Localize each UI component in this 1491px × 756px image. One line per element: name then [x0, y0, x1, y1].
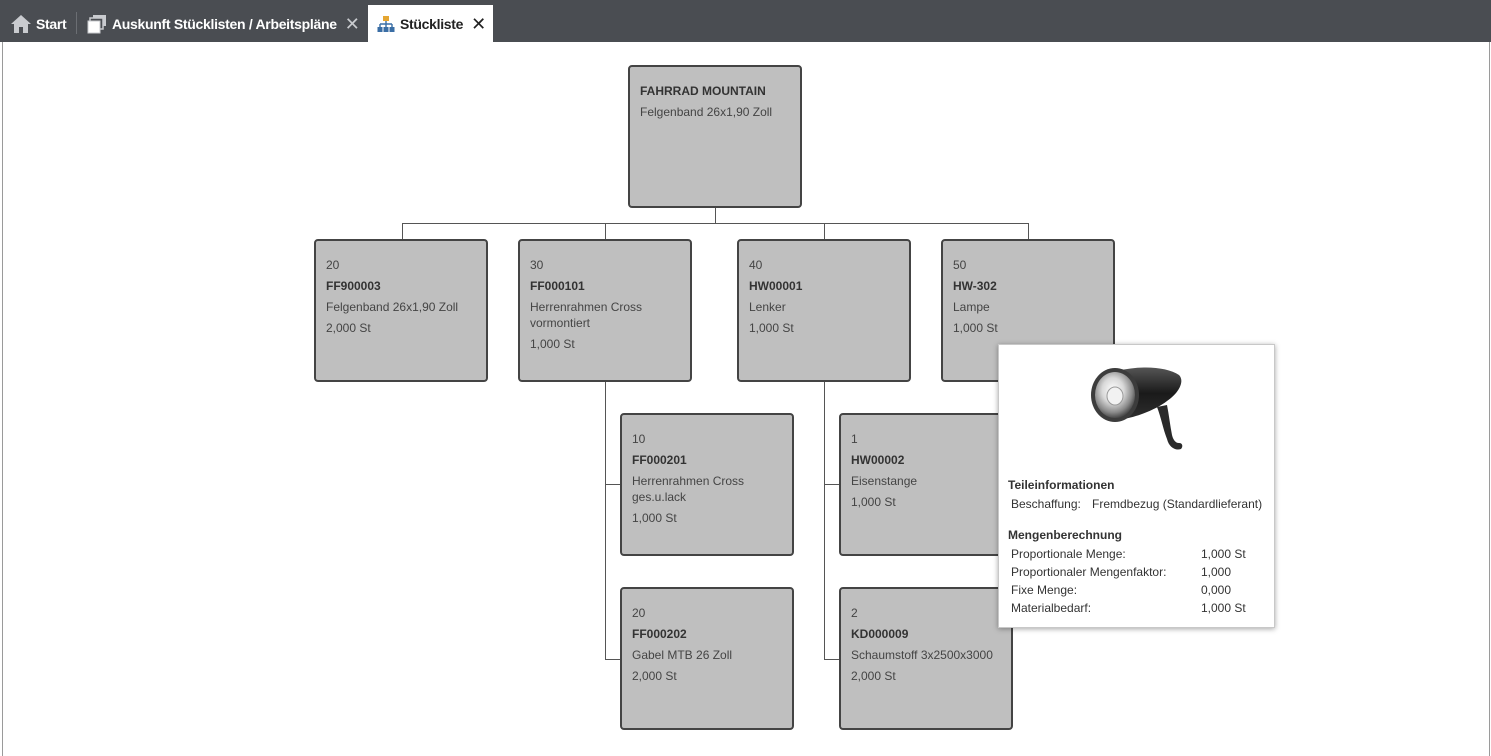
node-number: FF000202 — [632, 627, 687, 641]
node-quantity: 1,000 St — [953, 321, 998, 335]
row-value: 0,000 — [1201, 583, 1232, 597]
beschaffung-label: Beschaffung: — [1011, 497, 1081, 511]
node-number: HW00002 — [851, 453, 905, 467]
node-position: 20 — [632, 606, 646, 620]
node-number: KD000009 — [851, 627, 909, 641]
row-value: 1,000 St — [1201, 547, 1246, 561]
node-position: 50 — [953, 258, 967, 272]
row-label: Proportionaler Mengenfaktor: — [1011, 565, 1167, 579]
node-number: FAHRRAD MOUNTAIN — [640, 84, 766, 98]
node-quantity: 1,000 St — [851, 495, 896, 509]
bom-node-hw00002[interactable]: 1 HW00002 Eisenstange 1,000 St — [839, 413, 1013, 556]
part-info-tooltip: Teileinformationen Beschaffung: Fremdbez… — [998, 344, 1275, 628]
node-description: Lampe — [953, 300, 990, 314]
tab-stueckliste-label: Stückliste — [400, 15, 464, 32]
close-icon[interactable]: ✕ — [345, 15, 360, 33]
row-label: Fixe Menge: — [1011, 583, 1078, 597]
node-position: 10 — [632, 432, 646, 446]
node-description: Gabel MTB 26 Zoll — [632, 648, 733, 662]
bicycle-lamp-image — [1091, 367, 1183, 450]
node-quantity: 1,000 St — [749, 321, 794, 335]
node-description: Herrenrahmen Cross vormontiert — [530, 300, 643, 330]
bom-node-ff000201[interactable]: 10 FF000201 Herrenrahmen Cross ges.u.lac… — [620, 413, 794, 556]
node-position: 2 — [851, 606, 858, 620]
bom-node-kd000009[interactable]: 2 KD000009 Schaumstoff 3x2500x3000 2,000… — [839, 587, 1013, 730]
tab-auskunft-label: Auskunft Stücklisten / Arbeitspläne — [112, 15, 337, 32]
connector-40-children — [824, 382, 840, 660]
row-label: Proportionale Menge: — [1011, 547, 1126, 561]
node-quantity: 2,000 St — [632, 669, 677, 683]
node-description: Eisenstange — [851, 474, 918, 488]
node-number: FF000201 — [632, 453, 687, 467]
node-quantity: 2,000 St — [326, 321, 371, 335]
node-number: FF000101 — [530, 279, 585, 293]
connector-30-children — [605, 382, 621, 660]
tab-divider — [76, 12, 77, 34]
tab-auskunft[interactable]: Auskunft Stücklisten / Arbeitspläne ✕ — [87, 5, 360, 42]
bom-node-root[interactable]: FAHRRAD MOUNTAIN Felgenband 26x1,90 Zoll — [628, 65, 802, 208]
node-description: Felgenband 26x1,90 Zoll — [326, 300, 459, 314]
tab-stueckliste[interactable]: Stückliste ✕ — [368, 5, 493, 42]
node-number: HW00001 — [749, 279, 803, 293]
bom-node-hw00001[interactable]: 40 HW00001 Lenker 1,000 St — [737, 239, 911, 382]
section-title-teileinformationen: Teileinformationen — [1008, 478, 1115, 492]
node-position: 40 — [749, 258, 763, 272]
node-quantity: 1,000 St — [632, 511, 677, 525]
sitemap-icon — [377, 15, 395, 32]
node-quantity: 2,000 St — [851, 669, 896, 683]
section-title-mengenberechnung: Mengenberechnung — [1008, 528, 1123, 542]
beschaffung-value: Fremdbezug (Standardlieferant) — [1092, 497, 1263, 511]
node-description: Herrenrahmen Cross ges.u.lack — [632, 474, 745, 504]
row-value: 1,000 St — [1201, 601, 1246, 615]
bom-node-ff000202[interactable]: 20 FF000202 Gabel MTB 26 Zoll 2,000 St — [620, 587, 794, 730]
home-icon — [11, 14, 31, 33]
node-description: Felgenband 26x1,90 Zoll — [640, 105, 773, 119]
row-label: Materialbedarf: — [1011, 601, 1092, 615]
node-position: 1 — [851, 432, 858, 446]
node-position: 30 — [530, 258, 544, 272]
node-number: FF900003 — [326, 279, 381, 293]
node-description: Schaumstoff 3x2500x3000 — [851, 648, 993, 662]
tab-bar: Start Auskunft Stücklisten / Arbeitsplän… — [0, 0, 1491, 42]
node-description: Lenker — [749, 300, 786, 314]
bom-node-ff000101[interactable]: 30 FF000101 Herrenrahmen Cross vormontie… — [518, 239, 692, 382]
windows-icon — [87, 14, 106, 33]
node-quantity: 1,000 St — [530, 337, 575, 351]
node-number: HW-302 — [953, 279, 997, 293]
row-value: 1,000 — [1201, 565, 1232, 579]
tab-start[interactable]: Start — [10, 5, 67, 42]
close-icon[interactable]: ✕ — [471, 15, 486, 33]
node-position: 20 — [326, 258, 340, 272]
tab-start-label: Start — [36, 15, 67, 32]
bom-node-ff900003[interactable]: 20 FF900003 Felgenband 26x1,90 Zoll 2,00… — [314, 239, 488, 382]
